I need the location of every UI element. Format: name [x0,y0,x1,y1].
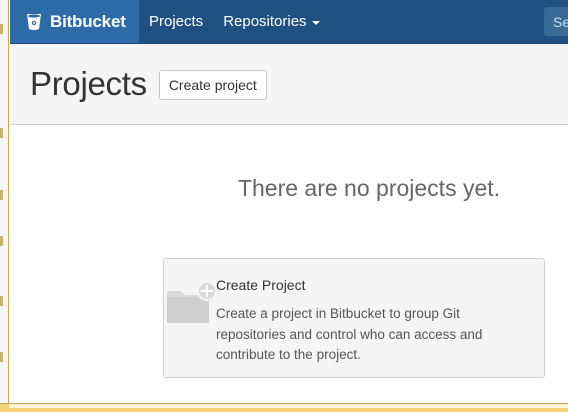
folder-add-icon [164,259,216,377]
page-title: Projects [30,65,147,102]
bitbucket-logo-icon [26,12,44,32]
window-frame-left [0,0,9,412]
nav-item-repositories[interactable]: Repositories [213,0,329,43]
empty-state-message: There are no projects yet. [10,175,568,202]
nav-item-label: Projects [149,13,204,30]
create-project-button[interactable]: Create project [158,70,267,100]
empty-state-text: There are no projects yet. [237,175,501,201]
app-window: Bitbucket Projects Repositories Se Proje… [10,0,568,403]
page-header: Projects Create project [10,44,568,125]
search-input[interactable]: Se [544,7,568,36]
brand-name: Bitbucket [50,11,126,31]
card-title: Create Project [216,277,306,293]
create-project-card-body: Create Project Create a project in Bitbu… [216,259,544,377]
nav-item-projects[interactable]: Projects [139,0,213,43]
nav-item-label: Repositories [223,13,307,30]
create-project-card[interactable]: Create Project Create a project in Bitbu… [163,258,545,378]
card-description: Create a project in Bitbucket to group G… [216,306,483,362]
caret-down-icon [311,20,320,25]
window-frame-bottom [0,403,568,412]
top-navigation: Bitbucket Projects Repositories Se [10,0,568,44]
search-placeholder: Se [553,13,568,30]
brand-home-link[interactable]: Bitbucket [10,0,139,43]
